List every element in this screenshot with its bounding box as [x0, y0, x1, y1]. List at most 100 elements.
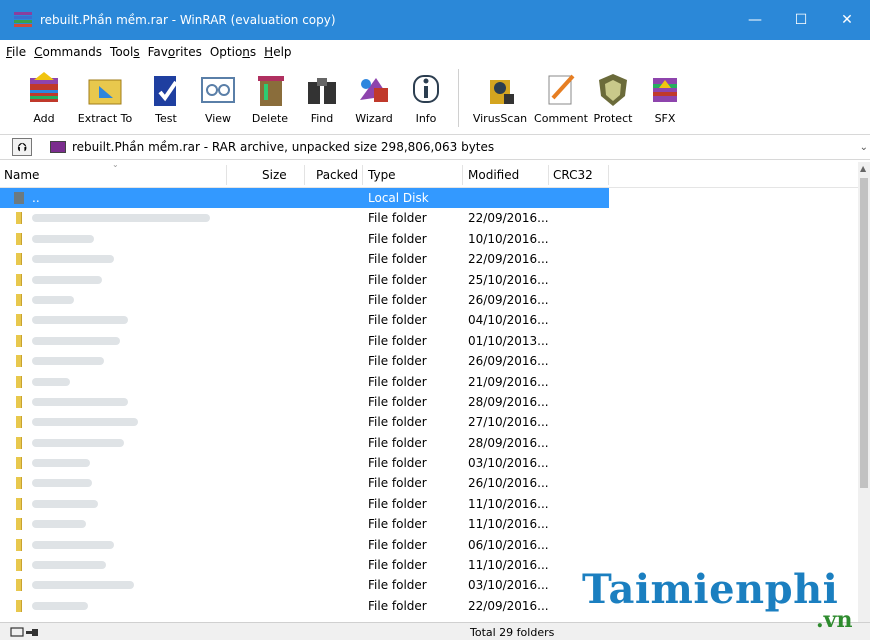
view-icon [198, 70, 238, 110]
folder-icon [16, 559, 22, 572]
column-divider[interactable] [548, 165, 549, 185]
comment-button[interactable]: Comment [534, 64, 588, 132]
folder-row[interactable]: File folder 26/09/2016... [0, 290, 858, 310]
column-modified[interactable]: Modified [468, 168, 519, 182]
scroll-thumb[interactable] [860, 178, 868, 488]
row-type: File folder [368, 456, 427, 471]
toolbar-label: Info [415, 112, 437, 125]
row-modified: 25/10/2016... [468, 272, 549, 287]
menu-commands[interactable]: Commands [34, 45, 102, 59]
folder-row[interactable]: File folder 06/10/2016... [0, 535, 858, 555]
toolbar-label: Delete [251, 112, 289, 125]
folder-icon [16, 457, 22, 470]
folder-row[interactable]: File folder 28/09/2016... [0, 433, 858, 453]
virusscan-icon [480, 70, 520, 110]
column-name[interactable]: Name [4, 168, 39, 182]
blurred-folder-name [32, 316, 128, 325]
address-dropdown-icon[interactable]: ⌄ [860, 142, 868, 153]
column-divider[interactable] [362, 165, 363, 185]
row-type: File folder [368, 415, 427, 430]
blurred-folder-name [32, 275, 102, 284]
file-list[interactable]: Name ⌄ Size Packed Type Modified CRC32 .… [0, 162, 858, 622]
title-bar[interactable]: rebuilt.Phần mềm.rar - WinRAR (evaluatio… [0, 0, 870, 40]
wizard-button[interactable]: Wizard [348, 64, 400, 132]
folder-row[interactable]: File folder 21/09/2016... [0, 372, 858, 392]
blurred-folder-name [32, 520, 86, 529]
toolbar-label: Protect [593, 112, 633, 125]
column-size[interactable]: Size [262, 168, 287, 182]
folder-row[interactable]: File folder 01/10/2013... [0, 331, 858, 351]
folder-row[interactable]: File folder 22/09/2016... [0, 208, 858, 228]
address-bar[interactable]: ⮉ rebuilt.Phần mềm.rar - RAR archive, un… [0, 134, 870, 160]
folder-icon [16, 518, 22, 531]
vertical-scrollbar[interactable]: ▲ [858, 162, 870, 622]
menu-file[interactable]: File [6, 45, 26, 59]
menu-bar: File Commands Tools Favorites Options Help [0, 40, 870, 64]
virusscan-button[interactable]: VirusScan [465, 64, 535, 132]
row-type: File folder [368, 578, 427, 593]
folder-icon [16, 334, 22, 347]
row-modified: 21/09/2016... [468, 374, 549, 389]
folder-icon [16, 416, 22, 429]
folder-row[interactable]: File folder 11/10/2016... [0, 514, 858, 534]
row-modified: 03/10/2016... [468, 456, 549, 471]
folder-row[interactable]: File folder 27/10/2016... [0, 412, 858, 432]
column-divider[interactable] [462, 165, 463, 185]
close-button[interactable]: ✕ [824, 0, 870, 40]
column-crc32[interactable]: CRC32 [553, 168, 593, 182]
folder-row[interactable]: File folder 26/10/2016... [0, 473, 858, 493]
column-divider[interactable] [304, 165, 305, 185]
blurred-folder-name [32, 601, 88, 610]
blurred-folder-name [32, 459, 90, 468]
toolbar-label: SFX [654, 112, 676, 125]
folder-row[interactable]: File folder 28/09/2016... [0, 392, 858, 412]
add-button[interactable]: Add [18, 64, 70, 132]
folder-row[interactable]: File folder 26/09/2016... [0, 351, 858, 371]
folder-icon [16, 232, 22, 245]
row-type: File folder [368, 517, 427, 532]
test-button[interactable]: Test [140, 64, 192, 132]
toolbar-separator [458, 69, 459, 127]
blurred-folder-name [32, 479, 92, 488]
up-one-level-button[interactable]: ⮉ [12, 138, 32, 156]
minimize-button[interactable]: — [732, 0, 778, 40]
find-icon [302, 70, 342, 110]
protect-button[interactable]: Protect [587, 64, 639, 132]
folder-row[interactable]: File folder 10/10/2016... [0, 229, 858, 249]
row-modified: 22/09/2016... [468, 211, 549, 226]
info-button[interactable]: Info [400, 64, 452, 132]
folder-icon [16, 395, 22, 408]
column-divider[interactable] [226, 165, 227, 185]
blurred-folder-name [32, 336, 120, 345]
drive-status-icon[interactable] [10, 626, 40, 638]
sfx-button[interactable]: SFX [639, 64, 691, 132]
menu-help[interactable]: Help [264, 45, 291, 59]
blurred-folder-name [32, 438, 124, 447]
folder-row[interactable]: File folder 22/09/2016... [0, 249, 858, 269]
list-header: Name ⌄ Size Packed Type Modified CRC32 [0, 162, 858, 188]
maximize-button[interactable]: ☐ [778, 0, 824, 40]
menu-favorites[interactable]: Favorites [148, 45, 202, 59]
winrar-app-icon[interactable] [14, 12, 32, 28]
wizard-icon [354, 70, 394, 110]
row-type: File folder [368, 476, 427, 491]
folder-row[interactable]: File folder 03/10/2016... [0, 453, 858, 473]
scroll-up-icon[interactable]: ▲ [860, 164, 866, 173]
column-type[interactable]: Type [368, 168, 396, 182]
extract-to-button[interactable]: Extract To [70, 64, 140, 132]
menu-tools[interactable]: Tools [110, 45, 140, 59]
menu-options[interactable]: Options [210, 45, 256, 59]
column-packed[interactable]: Packed [316, 168, 358, 182]
column-divider[interactable] [608, 165, 609, 185]
parent-folder-row[interactable]: .. Local Disk [0, 188, 609, 209]
blurred-folder-name [32, 295, 74, 304]
folder-row[interactable]: File folder 25/10/2016... [0, 270, 858, 290]
folder-row[interactable]: File folder 11/10/2016... [0, 494, 858, 514]
blurred-folder-name [32, 499, 98, 508]
find-button[interactable]: Find [296, 64, 348, 132]
delete-button[interactable]: Delete [244, 64, 296, 132]
row-modified: 26/09/2016... [468, 292, 549, 307]
row-modified: 11/10/2016... [468, 558, 549, 573]
view-button[interactable]: View [192, 64, 244, 132]
folder-row[interactable]: File folder 04/10/2016... [0, 310, 858, 330]
